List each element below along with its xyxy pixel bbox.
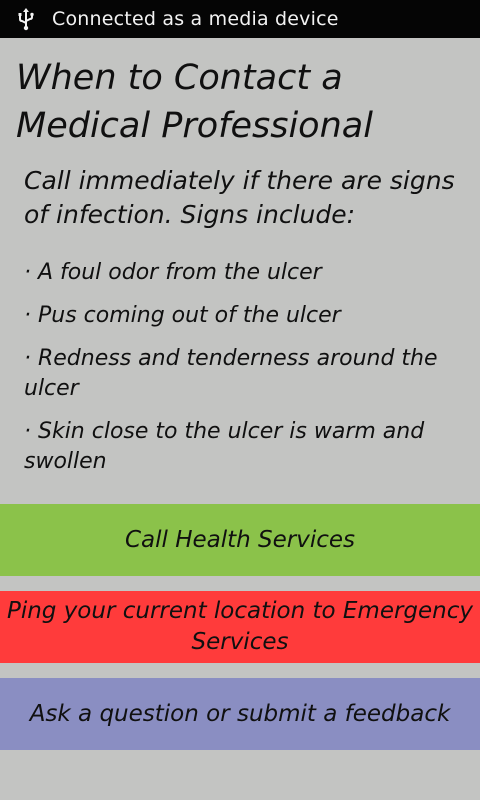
call-health-services-button[interactable]: Call Health Services (0, 504, 480, 576)
usb-icon (14, 7, 38, 31)
status-bar: Connected as a media device (0, 0, 480, 38)
ask-question-feedback-label: Ask a question or submit a feedback (29, 700, 451, 727)
ask-question-feedback-button[interactable]: Ask a question or submit a feedback (0, 678, 480, 750)
ping-location-label: Ping your current location to Emergency … (7, 596, 473, 658)
sign-text: · A foul odor from the ulcer (24, 260, 322, 285)
sign-text: ulcer (24, 376, 79, 401)
title-line: When to Contact a (16, 58, 343, 98)
sign-text: · Redness and tenderness around the (24, 346, 438, 371)
list-item: · Skin close to the ulcer is warm and sw… (24, 417, 464, 477)
sign-text: swollen (24, 449, 107, 474)
list-item: · Pus coming out of the ulcer (24, 301, 464, 331)
intro-text: Call immediately if there are signs of i… (24, 164, 468, 232)
page-title: When to Contact a Medical Professional (16, 54, 466, 150)
intro-line: Call immediately if there are signs (24, 166, 455, 195)
status-text: Connected as a media device (52, 8, 339, 30)
list-item: · A foul odor from the ulcer (24, 258, 464, 288)
sign-text: · Skin close to the ulcer is warm and (24, 419, 425, 444)
title-line: Medical Professional (16, 106, 373, 146)
ping-location-label-line: Ping your current location to Emergency (6, 598, 474, 624)
ping-location-label-line: Services (191, 629, 289, 655)
list-item: · Redness and tenderness around the ulce… (24, 344, 464, 404)
signs-list: · A foul odor from the ulcer · Pus comin… (24, 258, 464, 490)
sign-text: · Pus coming out of the ulcer (24, 303, 341, 328)
ping-location-button[interactable]: Ping your current location to Emergency … (0, 591, 480, 663)
intro-line: of infection. Signs include: (24, 200, 356, 229)
call-health-services-label: Call Health Services (124, 526, 356, 553)
